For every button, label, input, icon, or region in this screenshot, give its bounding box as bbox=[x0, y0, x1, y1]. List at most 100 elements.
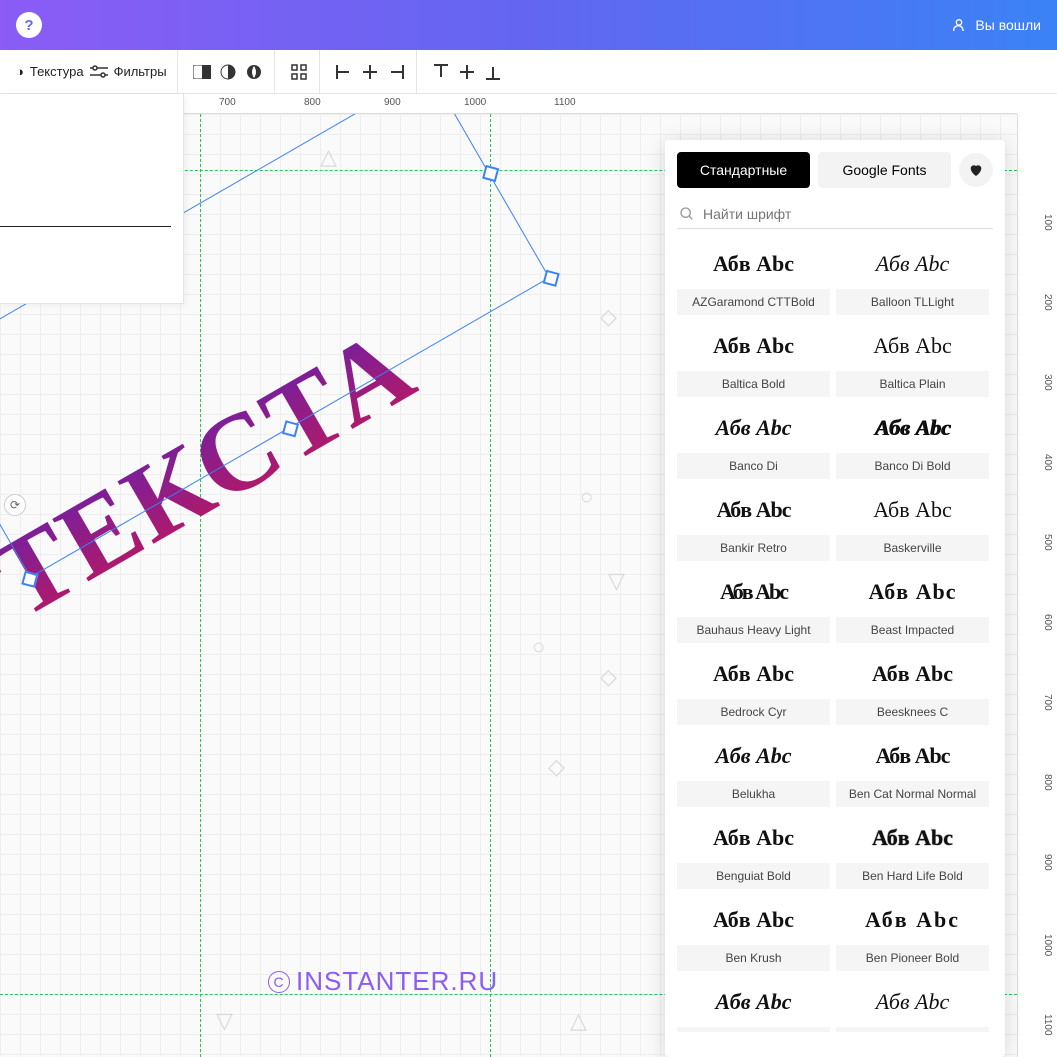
font-preview: Абв Abc bbox=[836, 321, 989, 371]
properties-panel bbox=[0, 94, 184, 304]
font-option[interactable]: Абв AbcBetina Script Bold bbox=[677, 977, 830, 1032]
font-option[interactable]: Абв AbcBeast Impacted bbox=[836, 567, 989, 643]
font-option[interactable]: Абв AbcBenguiat Bold bbox=[677, 813, 830, 889]
font-name-label: Benguiat Bold bbox=[677, 863, 830, 889]
font-preview: Абв Abc bbox=[677, 649, 830, 699]
login-status[interactable]: Вы вошли bbox=[951, 17, 1041, 33]
tab-google-fonts[interactable]: Google Fonts bbox=[818, 152, 951, 188]
rotate-handle[interactable]: ⟳ bbox=[4, 494, 26, 516]
font-preview: Абв Abc bbox=[836, 649, 989, 699]
font-name-label: Ben Cat Normal Normal bbox=[836, 781, 989, 807]
font-option[interactable]: Абв AbcBedrock Cyr bbox=[677, 649, 830, 725]
font-option[interactable]: Абв AbcBankir Retro bbox=[677, 485, 830, 561]
font-preview: Абв Abc bbox=[836, 485, 989, 535]
grid-icon[interactable] bbox=[289, 62, 309, 82]
font-preview: Абв Abc bbox=[836, 567, 989, 617]
font-option[interactable]: Абв AbcBanco Di Bold bbox=[836, 403, 989, 479]
font-option[interactable]: Абв AbcAZGaramond CTTBold bbox=[677, 239, 830, 315]
align-left-icon[interactable] bbox=[334, 62, 354, 82]
resize-handle[interactable] bbox=[543, 270, 560, 287]
font-preview: Абв Abc bbox=[677, 731, 830, 781]
filters-tool[interactable]: Фильтры bbox=[90, 64, 167, 79]
font-search[interactable] bbox=[677, 200, 993, 229]
deco-diamond-icon: ◇ bbox=[600, 664, 617, 690]
align-center-h-icon[interactable] bbox=[360, 62, 380, 82]
deco-triangle-icon: ▽ bbox=[608, 568, 625, 594]
font-option[interactable]: Абв AbcBen Krush bbox=[677, 895, 830, 971]
ruler-vertical: 100 200 300 400 500 600 700 800 900 1000… bbox=[1017, 114, 1057, 1057]
font-option[interactable]: Абв AbcBaltica Plain bbox=[836, 321, 989, 397]
font-name-label: Belukha bbox=[677, 781, 830, 807]
font-name-label: Ben Krush bbox=[677, 945, 830, 971]
mask-rect-icon[interactable] bbox=[192, 62, 212, 82]
font-preview: Абв Abc bbox=[677, 239, 830, 289]
sliders-icon bbox=[90, 65, 108, 79]
help-button[interactable]: ? bbox=[16, 12, 42, 38]
font-picker-panel: Стандартные Google Fonts Абв AbcAZGaramo… bbox=[665, 140, 1005, 1057]
font-preview: Абв Abc bbox=[677, 567, 830, 617]
font-name-label: Beast Impacted bbox=[836, 617, 989, 643]
toolbar: ◑ Текстура Фильтры bbox=[0, 50, 1057, 94]
font-preview: Абв Abc bbox=[836, 239, 989, 289]
align-center-v-icon[interactable] bbox=[457, 62, 477, 82]
font-preview: Абв Abc bbox=[836, 403, 989, 453]
font-name-label: Ben Hard Life Bold bbox=[836, 863, 989, 889]
font-option[interactable]: Абв AbcBickham Script Alt One bbox=[836, 977, 989, 1032]
font-name-label: Banco Di bbox=[677, 453, 830, 479]
font-option[interactable]: Абв AbcBalloon TLLight bbox=[836, 239, 989, 315]
search-icon bbox=[679, 206, 695, 222]
font-option[interactable]: Абв AbcBaskerville bbox=[836, 485, 989, 561]
font-name-label: Balloon TLLight bbox=[836, 289, 989, 315]
resize-handle[interactable] bbox=[482, 165, 499, 182]
font-list[interactable]: Абв AbcAZGaramond CTTBoldАбв AbcBalloon … bbox=[677, 239, 993, 1032]
font-name-label: Baltica Plain bbox=[836, 371, 989, 397]
font-option[interactable]: Абв AbcBanco Di bbox=[677, 403, 830, 479]
font-name-label: AZGaramond CTTBold bbox=[677, 289, 830, 315]
font-preview: Абв Abc bbox=[677, 977, 830, 1027]
font-search-input[interactable] bbox=[703, 206, 991, 222]
font-option[interactable]: Абв AbcBauhaus Heavy Light bbox=[677, 567, 830, 643]
font-preview: Абв Abc bbox=[836, 977, 989, 1027]
font-name-label: Ben Pioneer Bold bbox=[836, 945, 989, 971]
font-preview: Абв Abc bbox=[677, 813, 830, 863]
font-name-label: Bankir Retro bbox=[677, 535, 830, 561]
font-option[interactable]: Абв AbcBen Cat Normal Normal bbox=[836, 731, 989, 807]
texture-icon: ◑ bbox=[16, 64, 24, 79]
deco-circle-icon: ○ bbox=[532, 634, 545, 660]
font-preview: Абв Abc bbox=[677, 895, 830, 945]
font-option[interactable]: Абв AbcBeesknees C bbox=[836, 649, 989, 725]
font-name-label: Baltica Bold bbox=[677, 371, 830, 397]
mask-swirl-icon[interactable] bbox=[244, 62, 264, 82]
font-preview: Абв Abc bbox=[677, 403, 830, 453]
ruler-horizontal: 700 800 900 1000 1100 bbox=[184, 94, 1017, 114]
font-name-label: Betina Script Bold bbox=[677, 1027, 830, 1032]
font-option[interactable]: Абв AbcBelukha bbox=[677, 731, 830, 807]
deco-diamond-icon: ◇ bbox=[548, 754, 565, 780]
font-option[interactable]: Абв AbcBen Hard Life Bold bbox=[836, 813, 989, 889]
heart-icon bbox=[968, 162, 984, 178]
font-preview: Абв Abc bbox=[836, 813, 989, 863]
font-preview: Абв Abc bbox=[677, 485, 830, 535]
watermark: C INSTANTER.RU bbox=[268, 966, 498, 997]
align-top-icon[interactable] bbox=[431, 62, 451, 82]
font-name-label: Banco Di Bold bbox=[836, 453, 989, 479]
font-preview: Абв Abc bbox=[677, 321, 830, 371]
deco-triangle-icon: △ bbox=[570, 1008, 587, 1034]
font-option[interactable]: Абв AbcBen Pioneer Bold bbox=[836, 895, 989, 971]
align-bottom-icon[interactable] bbox=[483, 62, 503, 82]
tab-standard-fonts[interactable]: Стандартные bbox=[677, 152, 810, 188]
texture-tool[interactable]: ◑ Текстура bbox=[16, 64, 84, 79]
deco-diamond-icon: ◇ bbox=[600, 304, 617, 330]
user-icon bbox=[951, 17, 967, 33]
login-label: Вы вошли bbox=[975, 17, 1041, 33]
align-right-icon[interactable] bbox=[386, 62, 406, 82]
copyright-icon: C bbox=[268, 971, 290, 993]
font-name-label: Bedrock Cyr bbox=[677, 699, 830, 725]
deco-triangle-icon: ▽ bbox=[216, 1008, 233, 1034]
favorites-button[interactable] bbox=[959, 153, 993, 187]
app-header: ? Вы вошли bbox=[0, 0, 1057, 50]
deco-circle-icon: ○ bbox=[580, 484, 593, 510]
font-preview: Абв Abc bbox=[836, 731, 989, 781]
font-option[interactable]: Абв AbcBaltica Bold bbox=[677, 321, 830, 397]
mask-circle-icon[interactable] bbox=[218, 62, 238, 82]
